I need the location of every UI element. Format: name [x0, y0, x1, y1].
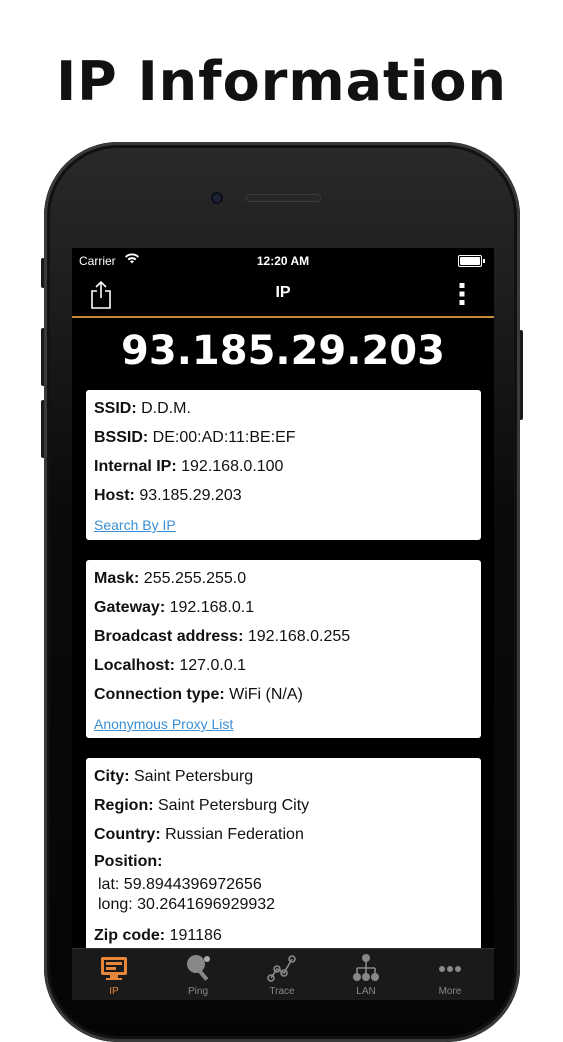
host-row: Host: 93.185.29.203: [94, 487, 242, 504]
nav-title: IP: [275, 284, 291, 301]
anonymous-proxy-list-link[interactable]: Anonymous Proxy List: [94, 711, 233, 737]
gateway-row: Gateway: 192.168.0.1: [94, 599, 255, 616]
public-ip-address: 93.185.29.203: [121, 328, 445, 374]
tab-more[interactable]: More: [408, 949, 492, 1000]
ssid-row: SSID: D.D.M.: [94, 400, 191, 417]
internal-ip-row: Internal IP: 192.168.0.100: [94, 458, 284, 475]
mask-row: Mask: 255.255.255.0: [94, 570, 247, 587]
status-bar: Carrier 12:20 AM: [72, 248, 494, 274]
page-headline: IP Information: [56, 50, 507, 113]
tab-trace[interactable]: Trace: [240, 949, 324, 1000]
network-info-card: SSID: D.D.M. BSSID: DE:00:AD:11:BE:EF In…: [86, 390, 481, 540]
lan-network-icon: [353, 954, 379, 981]
geo-info-card: City: Saint Petersburg Region: Saint Pet…: [86, 758, 481, 958]
bssid-row: BSSID: DE:00:AD:11:BE:EF: [94, 429, 296, 446]
trace-route-icon: [267, 955, 296, 982]
nav-bar: IP: [72, 274, 494, 318]
monitor-icon: [101, 957, 127, 980]
localhost-row: Localhost: 127.0.0.1: [94, 657, 247, 674]
status-time: 12:20 AM: [256, 254, 310, 268]
more-vertical-icon[interactable]: [458, 282, 466, 306]
city-row: City: Saint Petersburg: [94, 768, 254, 785]
tab-label: Trace: [269, 986, 295, 997]
connection-type-row: Connection type: WiFi (N/A): [94, 686, 303, 703]
latitude-value: lat: 59.8944396972656: [98, 876, 262, 893]
search-by-ip-link[interactable]: Search By IP: [94, 512, 176, 538]
tab-label: Ping: [187, 986, 208, 997]
broadcast-row: Broadcast address: 192.168.0.255: [94, 628, 351, 645]
front-camera: [211, 192, 223, 204]
tab-lan[interactable]: LAN: [324, 949, 408, 1000]
country-row: Country: Russian Federation: [94, 826, 304, 843]
ping-pong-icon: [187, 955, 210, 981]
tab-label: IP: [109, 986, 119, 997]
tab-label: LAN: [356, 986, 376, 997]
app-screen: Carrier 12:20 AM IP 93.185.29.203 SSID: …: [72, 248, 494, 1000]
battery-icon: [458, 255, 485, 267]
tab-ip[interactable]: IP: [72, 949, 156, 1000]
tab-label: More: [438, 986, 462, 997]
earpiece-speaker: [246, 194, 321, 202]
longitude-value: long: 30.2641696929932: [98, 896, 276, 913]
more-dots-icon: [439, 966, 461, 972]
subnet-info-card: Mask: 255.255.255.0 Gateway: 192.168.0.1…: [86, 560, 481, 738]
zip-code-row: Zip code: 191186: [94, 927, 222, 944]
tab-ping[interactable]: Ping: [156, 949, 240, 1000]
tab-bar: IP Ping Trace LAN More: [72, 948, 494, 1000]
position-label: Position:: [94, 853, 163, 870]
region-row: Region: Saint Petersburg City: [94, 797, 310, 814]
